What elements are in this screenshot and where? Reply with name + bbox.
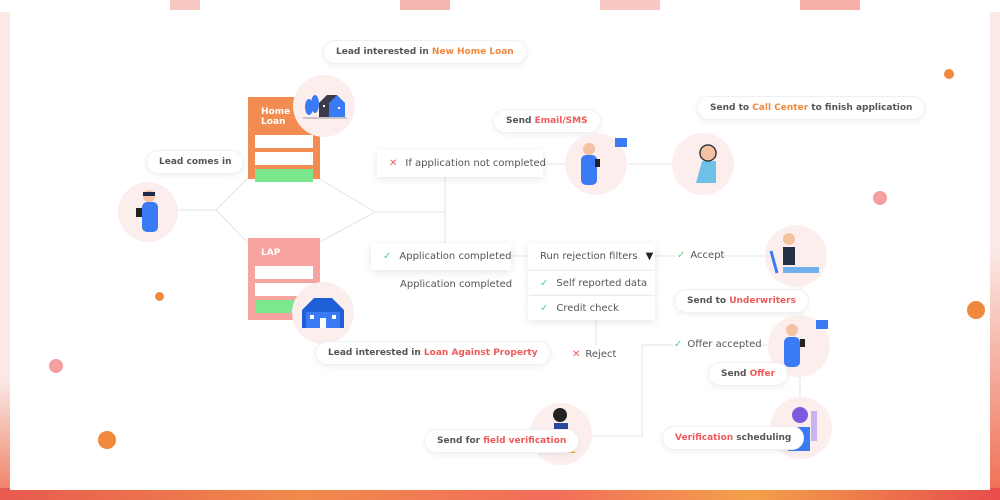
home-illustration xyxy=(293,75,355,137)
step-label: If application not completed xyxy=(405,158,546,169)
check-icon: ✓ xyxy=(677,250,686,261)
filter-icon: ▼ xyxy=(645,251,654,262)
bubble-highlight: Loan Against Property xyxy=(423,348,538,358)
form-submit xyxy=(255,169,313,182)
branch-reject: ✕ Reject xyxy=(572,349,616,360)
house-icon xyxy=(303,95,347,119)
mail-icon xyxy=(816,320,828,329)
email-illustration xyxy=(565,133,627,195)
check-icon: ✓ xyxy=(540,302,549,314)
caption-text: Application completed xyxy=(400,279,513,290)
branch-label: Offer accepted xyxy=(687,339,762,350)
bubble-text: Send xyxy=(506,116,535,126)
bubble-highlight: Underwriters xyxy=(729,296,796,306)
check-icon: ✓ xyxy=(540,277,549,289)
bubble-text: Send to xyxy=(687,296,730,306)
bubble-text: Send xyxy=(721,369,750,379)
bubble-call-center: Send to Call Center to finish applicatio… xyxy=(697,96,926,120)
form-title: LAP xyxy=(261,248,281,258)
form-field xyxy=(255,266,313,279)
bubble-underwriters: Send to Underwriters xyxy=(674,289,809,313)
step-application-completed: ✓ Application completed xyxy=(371,243,512,270)
branch-accept: ✓ Accept xyxy=(677,250,724,261)
cross-icon: ✕ xyxy=(572,349,581,360)
mail-icon xyxy=(615,138,627,147)
bubble-text: Lead interested in xyxy=(328,348,424,358)
branch-label: Reject xyxy=(585,349,617,360)
bubble-highlight: field verification xyxy=(483,436,567,446)
form-field xyxy=(255,152,313,165)
caption-application-completed: Application completed xyxy=(400,279,512,290)
step-label: Self reported data xyxy=(556,277,648,289)
building-icon xyxy=(302,298,344,328)
filter-self-reported: ✓ Self reported data xyxy=(528,271,655,295)
bubble-text: Send to xyxy=(710,103,753,113)
bubble-highlight: Verification xyxy=(675,433,734,443)
bubble-text: Send for xyxy=(437,436,484,446)
bubble-new-home-loan: Lead interested in New Home Loan xyxy=(323,40,527,64)
branch-label: Accept xyxy=(690,250,725,261)
bubble-email-sms: Send Email/SMS xyxy=(493,109,601,133)
cross-icon: ✕ xyxy=(389,158,398,169)
underwriter-illustration xyxy=(765,225,827,287)
step-rejection-filters: Run rejection filters ▼ xyxy=(528,243,655,270)
bubble-text: to finish application xyxy=(808,103,913,113)
bubble-verification-scheduling: Verification scheduling xyxy=(662,426,805,450)
step-label: Application completed xyxy=(399,251,512,262)
bubble-text: Lead interested in xyxy=(336,47,432,57)
filter-credit-check: ✓ Credit check xyxy=(528,296,655,320)
bubble-lap: Lead interested in Loan Against Property xyxy=(315,341,551,365)
property-illustration xyxy=(292,282,354,344)
call-center-illustration xyxy=(672,133,734,195)
check-icon: ✓ xyxy=(674,339,683,350)
bubble-highlight: New Home Loan xyxy=(431,47,514,57)
bubble-text: Lead comes in xyxy=(159,157,232,167)
bubble-offer: Send Offer xyxy=(708,362,789,386)
step-label: Run rejection filters xyxy=(540,251,638,262)
branch-offer-accepted: ✓ Offer accepted xyxy=(674,339,762,350)
step-label: Credit check xyxy=(556,302,619,314)
lead-avatar xyxy=(118,182,178,242)
bubble-highlight: Email/SMS xyxy=(534,116,588,126)
bubble-highlight: Call Center xyxy=(752,103,809,113)
bubble-field-verification: Send for field verification xyxy=(424,429,580,453)
check-icon: ✓ xyxy=(383,251,392,262)
bubble-lead-comes-in: Lead comes in xyxy=(146,150,245,174)
step-not-completed: ✕ If application not completed xyxy=(377,150,546,177)
bubble-text: scheduling xyxy=(733,433,792,443)
bubble-highlight: Offer xyxy=(749,369,776,379)
